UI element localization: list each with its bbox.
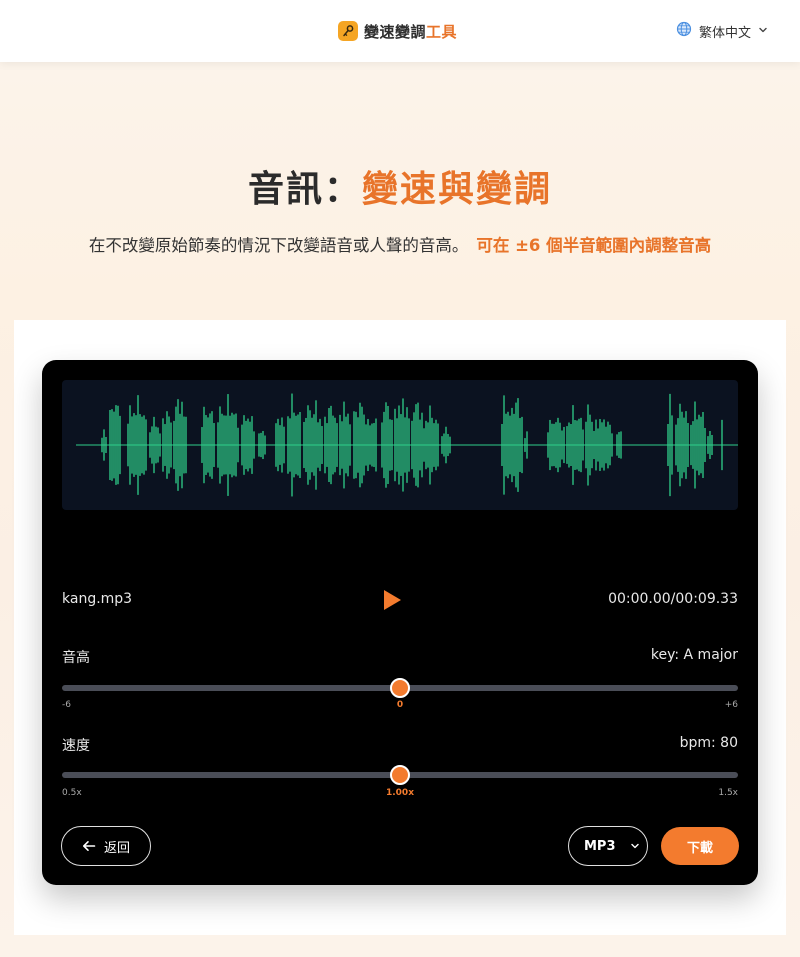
pitch-min-label: -6 (62, 700, 71, 710)
chevron-down-icon (630, 843, 639, 849)
play-button[interactable] (380, 588, 404, 612)
pitch-slider[interactable] (62, 678, 738, 698)
speed-slider-thumb[interactable] (390, 765, 410, 785)
download-button[interactable]: 下載 (661, 827, 739, 865)
download-button-label: 下載 (686, 840, 713, 856)
time-display: 00:00.00/00:09.33 (608, 591, 738, 607)
arrow-left-icon (82, 840, 96, 851)
page-subtitle-text: 在不改變原始節奏的情況下改變語音或人聲的音高。 (88, 236, 469, 255)
globe-icon (676, 21, 692, 41)
page-subtitle-highlight: 可在 ±6 個半音範圍內調整音高 (476, 236, 712, 255)
speed-value-label: 1.00x (385, 788, 415, 798)
page-title: 音訊：變速與變調 (0, 160, 800, 212)
back-button-label: 返回 (103, 840, 130, 856)
format-select-value: MP3 (584, 838, 616, 854)
waveform-graphic (76, 393, 738, 497)
chevron-down-icon (758, 24, 768, 39)
key-logo-icon (338, 21, 358, 41)
top-header: 變速變調工具 繁体中文 (0, 0, 800, 62)
speed-max-label: 1.5x (718, 788, 738, 798)
page-title-highlight: 變速與變調 (362, 169, 553, 210)
page-subtitle: 在不改變原始節奏的情況下改變語音或人聲的音高。 可在 ±6 個半音範圍內調整音高 (0, 232, 800, 256)
back-button[interactable]: 返回 (61, 826, 151, 866)
language-label: 繁体中文 (699, 25, 752, 41)
speed-slider[interactable] (62, 765, 738, 785)
pitch-slider-thumb[interactable] (390, 678, 410, 698)
language-selector[interactable]: 繁体中文 (676, 20, 768, 42)
file-name: kang.mp3 (62, 591, 133, 607)
audio-editor-card: kang.mp3 00:00.00/00:09.33 音高 key: A maj… (42, 360, 758, 885)
player-row: kang.mp3 00:00.00/00:09.33 (62, 588, 738, 612)
brand-name-part1: 變速變調 (364, 22, 427, 41)
format-select[interactable]: MP3 (568, 826, 648, 866)
waveform-display[interactable] (62, 380, 738, 510)
speed-min-label: 0.5x (62, 788, 82, 798)
page-title-prefix: 音訊： (247, 169, 362, 210)
speed-bpm-info: bpm: 80 (679, 735, 738, 751)
pitch-key-info: key: A major (650, 647, 738, 663)
pitch-value-label: 0 (396, 700, 404, 710)
play-icon (384, 590, 401, 610)
pitch-label: 音高 (62, 650, 90, 666)
pitch-max-label: +6 (724, 700, 738, 710)
brand-name-part2: 工具 (426, 22, 458, 41)
brand-name: 變速變調工具 (364, 21, 457, 42)
speed-label: 速度 (62, 738, 90, 754)
brand[interactable]: 變速變調工具 (338, 20, 457, 42)
